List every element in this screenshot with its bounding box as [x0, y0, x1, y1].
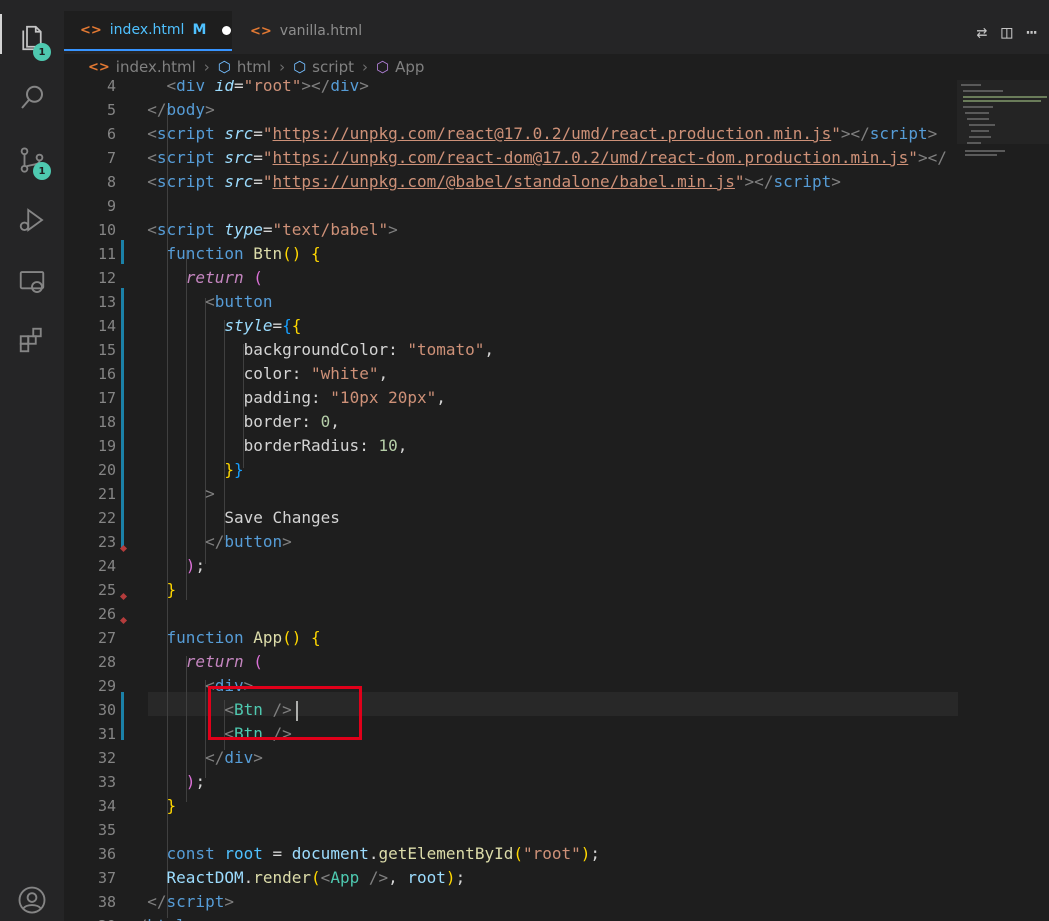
symbol-element-icon: ⬡ [293, 58, 307, 76]
minimap[interactable] [957, 80, 1049, 160]
code-line: 10 <script type="text/babel"> [97, 220, 398, 239]
code-line: 17 padding: "10px 20px", [97, 388, 446, 407]
code-line: 4 <div id="root"></div> [106, 80, 369, 95]
explorer-button[interactable]: 1 [0, 10, 64, 66]
minimap-line [967, 118, 989, 120]
code-line: 5 </body> [106, 100, 215, 119]
minimap-line [963, 106, 993, 108]
minimap-line [963, 96, 1047, 98]
code-line: 19 borderRadius: 10, [97, 436, 408, 455]
minimap-line [969, 136, 991, 138]
chevron-right-icon: › [279, 58, 286, 76]
code-line: 21 > [97, 484, 215, 503]
minimap-line [963, 100, 1041, 102]
code-line: 12 return ( [97, 268, 263, 287]
code-line: 7 <script src="https://unpkg.com/react-d… [106, 148, 947, 167]
tab-bar: <> index.html M <> vanilla.html ⇄ ◫ ⋯ [64, 0, 1049, 54]
script-src-link[interactable]: https://unpkg.com/@babel/standalone/babe… [273, 172, 735, 191]
minimap-line [969, 124, 995, 126]
run-debug-button[interactable] [0, 192, 64, 248]
minimap-line [967, 142, 981, 144]
breadcrumb: <> index.html › ⬡ html › ⬡ script › ⬡ Ap… [64, 54, 1049, 80]
code-editor[interactable]: 4 <div id="root"></div> 5 </body> 6 <scr… [64, 80, 1049, 921]
accounts-button[interactable] [0, 872, 64, 921]
code-line: 32 </div> [97, 748, 263, 767]
breadcrumb-html[interactable]: html [237, 58, 271, 76]
extensions-button[interactable] [0, 312, 64, 368]
html-file-icon: <> [88, 59, 110, 75]
explorer-badge: 1 [33, 43, 51, 61]
unsaved-dot-icon[interactable] [222, 25, 232, 35]
code-line: 35 [97, 821, 116, 839]
compare-changes-icon[interactable]: ⇄ [976, 22, 987, 43]
script-src-link[interactable]: https://unpkg.com/react@17.0.2/umd/react… [273, 124, 832, 143]
code-line: 22 Save Changes [97, 508, 340, 527]
code-line: 37 ReactDOM.render(<App />, root); [97, 868, 466, 887]
html-file-icon: <> [80, 22, 102, 38]
split-editor-icon[interactable]: ◫ [1001, 22, 1012, 43]
code-line: 36 const root = document.getElementById(… [97, 844, 601, 863]
code-line: 9 [106, 197, 116, 215]
code-line: 24 ); [97, 556, 206, 575]
code-line: 38 </script> [97, 892, 234, 911]
source-control-button[interactable]: 1 [0, 132, 64, 188]
search-icon [21, 85, 43, 109]
symbol-function-icon: ⬡ [375, 58, 390, 76]
breadcrumb-script[interactable]: script [312, 58, 354, 76]
highlight-box [208, 686, 362, 740]
minimap-line [965, 154, 997, 156]
chevron-right-icon: › [203, 58, 210, 76]
tab-label: vanilla.html [279, 23, 363, 39]
code-line: 11 function Btn() { [97, 244, 321, 263]
tab-vanilla-html[interactable]: <> vanilla.html [232, 11, 382, 51]
code-line: 20 }} [97, 460, 244, 479]
tab-label: index.html [109, 22, 185, 38]
minimap-line [965, 112, 989, 114]
minimap-line [961, 84, 981, 86]
symbol-element-icon: ⬡ [217, 58, 231, 76]
code-line: 29 <div> [97, 676, 254, 695]
code-line: 28 return ( [97, 652, 263, 671]
code-line: 27 function App() { [97, 628, 321, 647]
run-debug-icon [19, 208, 44, 232]
minimap-line [963, 90, 1003, 92]
minimap-line [965, 150, 1005, 152]
code-line: 34 } [97, 796, 177, 815]
code-line: 33 ); [97, 772, 206, 791]
chevron-right-icon: › [361, 58, 368, 76]
html-file-icon: <> [250, 23, 272, 39]
modified-indicator: M [192, 22, 207, 38]
editor-actions: ⇄ ◫ ⋯ [976, 14, 1049, 50]
code-line: 6 <script src="https://unpkg.com/react@1… [106, 124, 938, 143]
minimap-line [971, 130, 989, 132]
code-line-current: 30 <Btn /> [64, 698, 964, 722]
tab-index-html[interactable]: <> index.html M [64, 11, 232, 51]
code-line: 31 <Btn /> [97, 724, 292, 743]
code-line: 18 border: 0, [97, 412, 340, 431]
breadcrumb-file[interactable]: index.html [116, 58, 196, 76]
remote-explorer-button[interactable] [0, 254, 64, 310]
more-actions-icon[interactable]: ⋯ [1026, 22, 1037, 43]
code-line: 14 style={{ [97, 316, 302, 335]
extensions-icon [19, 327, 42, 353]
code-line: 16 color: "white", [97, 364, 389, 383]
remote-explorer-icon [19, 271, 45, 293]
scm-badge: 1 [33, 162, 51, 180]
code-line: 23 </button> [97, 532, 292, 551]
script-src-link[interactable]: https://unpkg.com/react-dom@17.0.2/umd/r… [273, 148, 909, 167]
code-line: 25 } [97, 580, 177, 599]
code-line: 13 <button [97, 292, 273, 311]
account-icon [18, 886, 46, 914]
search-button[interactable] [0, 70, 64, 126]
code-line: 15 backgroundColor: "tomato", [97, 340, 495, 359]
activity-bar: 1 1 [0, 0, 64, 921]
code-line: 8 <script src="https://unpkg.com/@babel/… [106, 172, 841, 191]
breadcrumb-app[interactable]: App [395, 58, 424, 76]
code-line: 39</html> [64, 914, 964, 921]
code-line: 26 [97, 605, 116, 623]
